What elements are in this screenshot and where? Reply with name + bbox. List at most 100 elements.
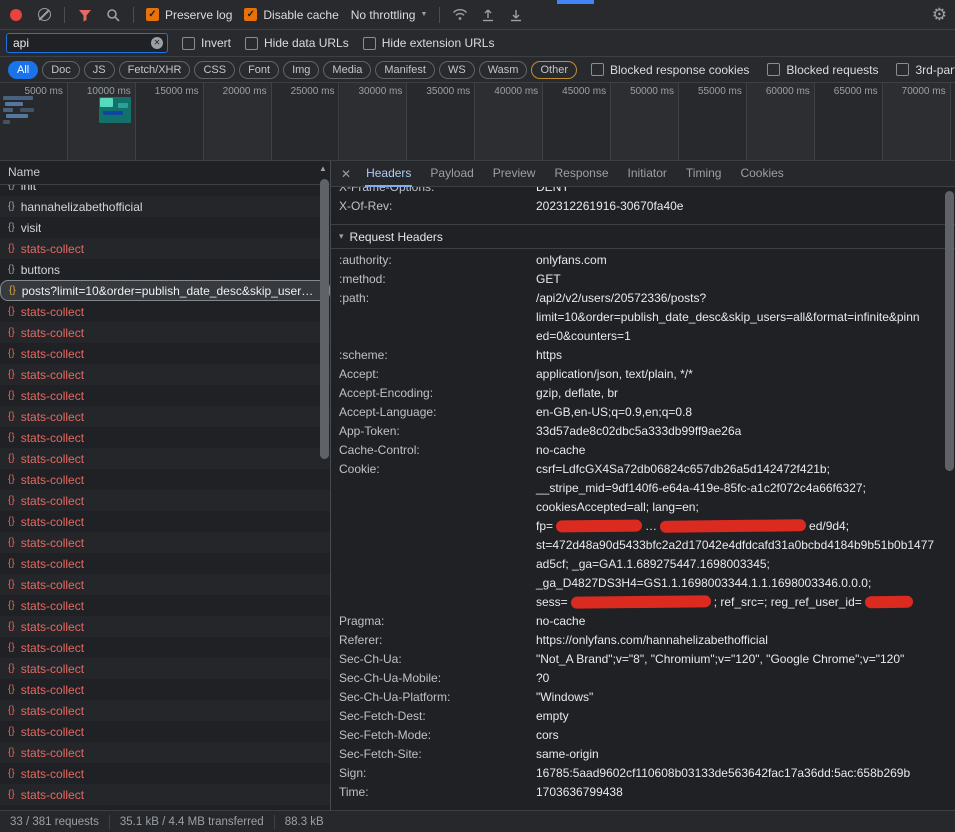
network-conditions-button[interactable] bbox=[452, 7, 468, 23]
request-row[interactable]: {}stats-collect bbox=[0, 595, 330, 616]
tab-payload[interactable]: Payload bbox=[429, 161, 474, 187]
clear-network-log-button[interactable] bbox=[36, 7, 52, 23]
request-row[interactable]: {}stats-collect bbox=[0, 637, 330, 658]
timeline-column: 60000 ms bbox=[747, 83, 815, 160]
request-row[interactable]: {}hannahelizabethofficial bbox=[0, 196, 330, 217]
checkbox-3rd-party-requests[interactable]: 3rd-party requests bbox=[896, 63, 955, 77]
request-row[interactable]: {}stats-collect bbox=[0, 721, 330, 742]
tab-initiator[interactable]: Initiator bbox=[627, 161, 668, 187]
filter-chip-all[interactable]: All bbox=[8, 61, 38, 79]
checkbox-blocked-requests[interactable]: Blocked requests bbox=[767, 63, 878, 77]
filter-chip-manifest[interactable]: Manifest bbox=[375, 61, 435, 79]
request-name: stats-collect bbox=[21, 347, 84, 361]
request-name: stats-collect bbox=[21, 704, 84, 718]
request-row[interactable]: {}stats-collect bbox=[0, 385, 330, 406]
request-row[interactable]: {}stats-collect bbox=[0, 763, 330, 784]
header-value: 1703636799438 bbox=[536, 783, 936, 802]
request-row[interactable]: {}stats-collect bbox=[0, 343, 330, 364]
timeline-column: 70000 ms bbox=[883, 83, 951, 160]
filter-chip-font[interactable]: Font bbox=[239, 61, 279, 79]
request-name: stats-collect bbox=[21, 725, 84, 739]
name-column-header[interactable]: Name bbox=[0, 161, 330, 185]
header-row: Accept-Language:en-GB,en-US;q=0.9,en;q=0… bbox=[339, 403, 955, 422]
request-row[interactable]: {}stats-collect bbox=[0, 511, 330, 532]
hide-extension-urls-checkbox[interactable]: Hide extension URLs bbox=[363, 36, 495, 50]
header-name: X-Frame-Options: bbox=[339, 187, 536, 197]
scrollbar-thumb[interactable] bbox=[320, 179, 329, 459]
request-row[interactable]: {}stats-collect bbox=[0, 238, 330, 259]
request-row[interactable]: {}stats-collect bbox=[0, 364, 330, 385]
tab-cookies[interactable]: Cookies bbox=[739, 161, 784, 187]
request-row[interactable]: {}stats-collect bbox=[0, 574, 330, 595]
scrollbar-thumb[interactable] bbox=[945, 191, 954, 471]
tab-timing[interactable]: Timing bbox=[685, 161, 723, 187]
request-row[interactable]: {}posts?limit=10&order=publish_date_desc… bbox=[0, 280, 330, 301]
import-har-button[interactable] bbox=[480, 7, 496, 23]
invert-checkbox[interactable]: Invert bbox=[182, 36, 231, 50]
filter-chip-doc[interactable]: Doc bbox=[42, 61, 80, 79]
filter-input[interactable] bbox=[6, 33, 168, 53]
scrollbar-up-arrow[interactable]: ▲ bbox=[318, 164, 328, 173]
tab-preview[interactable]: Preview bbox=[492, 161, 537, 187]
request-row[interactable]: {}stats-collect bbox=[0, 532, 330, 553]
header-name: Sec-Fetch-Mode: bbox=[339, 726, 536, 745]
checkbox-box bbox=[767, 63, 780, 76]
filter-chip-media[interactable]: Media bbox=[323, 61, 371, 79]
request-row[interactable]: {}stats-collect bbox=[0, 490, 330, 511]
header-row: Sec-Ch-Ua:"Not_A Brand";v="8", "Chromium… bbox=[339, 650, 955, 669]
record-button[interactable] bbox=[8, 7, 24, 23]
header-name: :path: bbox=[339, 289, 536, 346]
filter-chip-other[interactable]: Other bbox=[531, 61, 577, 79]
tab-headers[interactable]: Headers bbox=[365, 161, 412, 187]
request-row[interactable]: {}visit bbox=[0, 217, 330, 238]
request-row[interactable]: {}stats-collect bbox=[0, 553, 330, 574]
request-row[interactable]: {}stats-collect bbox=[0, 448, 330, 469]
request-row[interactable]: {}init bbox=[0, 185, 330, 196]
filter-chip-fetch-xhr[interactable]: Fetch/XHR bbox=[119, 61, 191, 79]
throttling-select[interactable]: No throttling ▼ bbox=[351, 8, 428, 22]
header-value-line: ed=0&counters=1 bbox=[536, 327, 936, 346]
hide-data-urls-checkbox[interactable]: Hide data URLs bbox=[245, 36, 349, 50]
disable-cache-checkbox[interactable]: ✓ Disable cache bbox=[244, 8, 338, 22]
checkbox-box bbox=[591, 63, 604, 76]
request-row[interactable]: {}stats-collect bbox=[0, 658, 330, 679]
close-icon[interactable]: ✕ bbox=[341, 167, 351, 181]
waterfall-bar bbox=[20, 108, 34, 112]
filter-chip-ws[interactable]: WS bbox=[439, 61, 475, 79]
request-row[interactable]: {}stats-collect bbox=[0, 700, 330, 721]
filter-toggle-button[interactable] bbox=[77, 7, 93, 23]
preserve-log-checkbox[interactable]: ✓ Preserve log bbox=[146, 8, 232, 22]
header-value: /api2/v2/users/20572336/posts?limit=10&o… bbox=[536, 289, 936, 346]
filter-chip-img[interactable]: Img bbox=[283, 61, 319, 79]
filter-chip-js[interactable]: JS bbox=[84, 61, 115, 79]
waterfall-bar bbox=[6, 114, 28, 118]
checkbox-blocked-response-cookies[interactable]: Blocked response cookies bbox=[591, 63, 749, 77]
triangle-down-icon: ▾ bbox=[339, 231, 344, 242]
redaction-scribble bbox=[865, 596, 913, 609]
request-row[interactable]: {}buttons bbox=[0, 259, 330, 280]
settings-button[interactable]: ⚙ bbox=[932, 6, 947, 23]
request-row[interactable]: {}stats-collect bbox=[0, 742, 330, 763]
network-overview-timeline[interactable]: 5000 ms10000 ms15000 ms20000 ms25000 ms3… bbox=[0, 83, 955, 161]
request-row[interactable]: {}stats-collect bbox=[0, 301, 330, 322]
request-row[interactable]: {}stats-collect bbox=[0, 427, 330, 448]
tab-response[interactable]: Response bbox=[553, 161, 609, 187]
request-row[interactable]: {}stats-collect bbox=[0, 469, 330, 490]
download-icon bbox=[509, 8, 523, 22]
request-row[interactable]: {}stats-collect bbox=[0, 322, 330, 343]
search-button[interactable] bbox=[105, 7, 121, 23]
clear-input-icon[interactable]: ✕ bbox=[151, 37, 163, 49]
request-row[interactable]: {}stats-collect bbox=[0, 406, 330, 427]
export-har-button[interactable] bbox=[508, 7, 524, 23]
request-headers-section-toggle[interactable]: ▾ Request Headers bbox=[331, 224, 955, 249]
json-braces-icon: {} bbox=[8, 621, 15, 632]
header-value: gzip, deflate, br bbox=[536, 384, 936, 403]
request-name: stats-collect bbox=[21, 641, 84, 655]
header-row: Accept-Encoding:gzip, deflate, br bbox=[339, 384, 955, 403]
request-row[interactable]: {}stats-collect bbox=[0, 616, 330, 637]
timeline-column: 40000 ms bbox=[475, 83, 543, 160]
filter-chip-wasm[interactable]: Wasm bbox=[479, 61, 528, 79]
filter-chip-css[interactable]: CSS bbox=[194, 61, 235, 79]
request-row[interactable]: {}stats-collect bbox=[0, 784, 330, 805]
request-row[interactable]: {}stats-collect bbox=[0, 679, 330, 700]
